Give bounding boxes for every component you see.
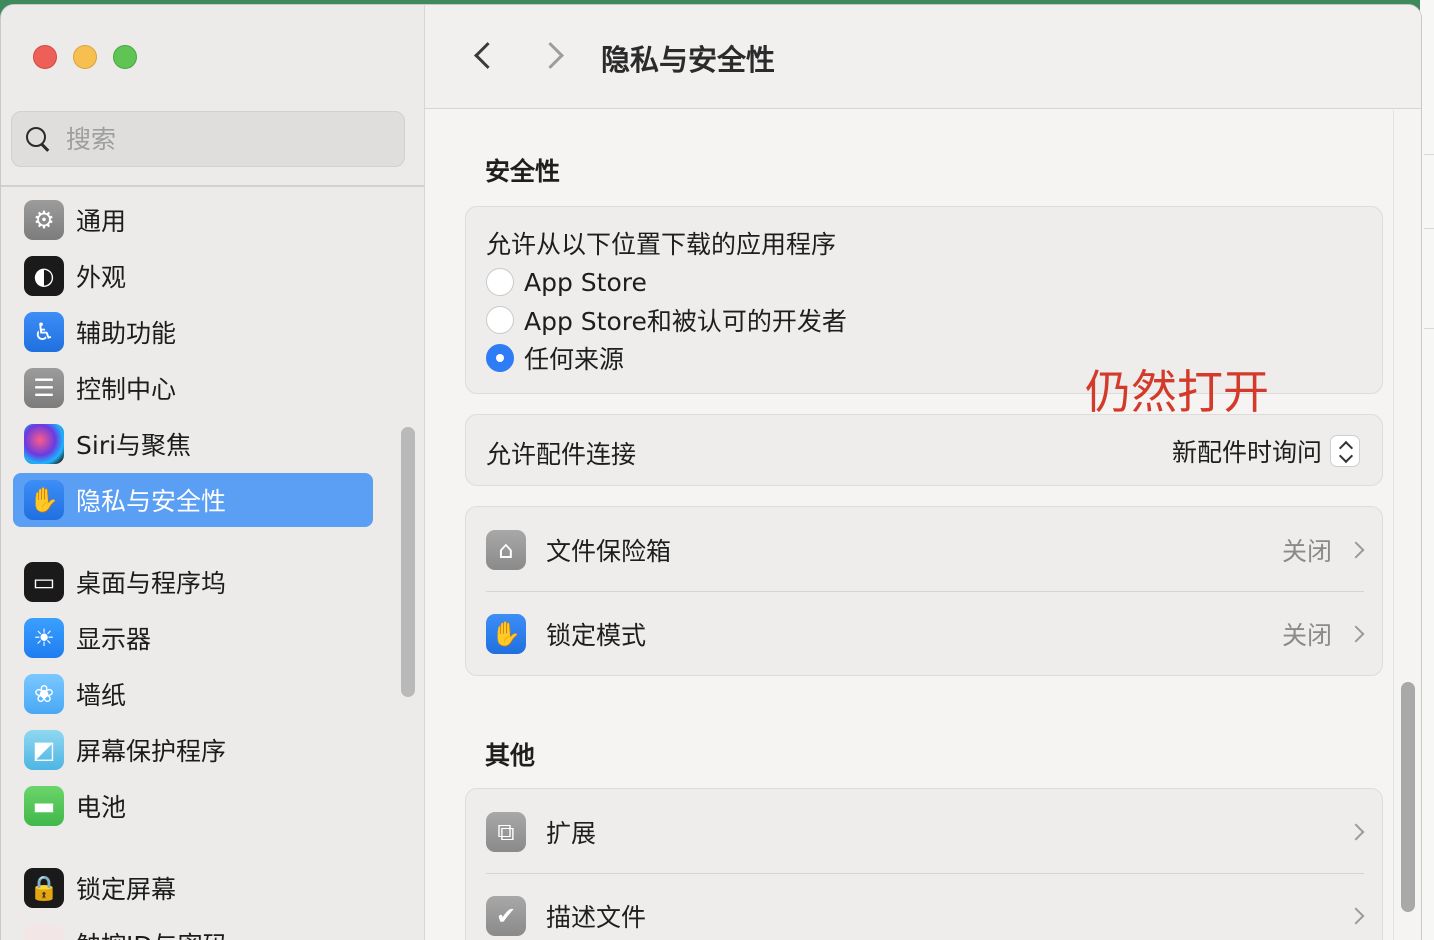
filevault-row[interactable]: ⌂ 文件保险箱 关闭 bbox=[466, 507, 1384, 593]
zoom-button[interactable] bbox=[113, 45, 137, 69]
flower-icon: ❀ bbox=[24, 674, 64, 714]
profiles-row[interactable]: ✔ 描述文件 bbox=[466, 873, 1384, 940]
sidebar-item-general[interactable]: ⚙ 通用 bbox=[13, 193, 373, 247]
puzzle-icon: ⧉ bbox=[486, 812, 526, 852]
scroll-track bbox=[1393, 110, 1394, 940]
chevron-right-icon bbox=[1347, 823, 1365, 841]
sidebar-item-appearance[interactable]: ◐ 外观 bbox=[13, 249, 373, 303]
dock-icon: ▭ bbox=[24, 562, 64, 602]
sidebar-item-privacy[interactable]: ✋ 隐私与安全性 bbox=[13, 473, 373, 527]
sidebar-item-control-center[interactable]: ☰ 控制中心 bbox=[13, 361, 373, 415]
sidebar-item-label: Siri与聚焦 bbox=[76, 431, 192, 460]
sidebar-item-wallpaper[interactable]: ❀ 墙纸 bbox=[13, 667, 373, 721]
checkmark-badge-icon: ✔ bbox=[486, 896, 526, 936]
accessory-label: 允许配件连接 bbox=[486, 440, 637, 469]
sidebar-item-lock-screen[interactable]: 🔒 锁定屏幕 bbox=[13, 861, 373, 915]
radio-button-checked[interactable] bbox=[486, 344, 514, 372]
background-window-edge bbox=[1420, 0, 1434, 940]
others-card: ⧉ 扩展 ✔ 描述文件 bbox=[465, 788, 1383, 940]
sidebar-divider bbox=[1, 185, 425, 187]
search-input[interactable] bbox=[66, 124, 366, 154]
sidebar-item-battery[interactable]: ▬ 电池 bbox=[13, 779, 373, 833]
minimize-button[interactable] bbox=[73, 45, 97, 69]
radio-app-store[interactable]: App Store bbox=[486, 263, 1362, 301]
sidebar-group-3: 🔒 锁定屏幕 触控ID与密码 bbox=[13, 861, 373, 940]
sidebar: ⚙ 通用 ◐ 外观 ♿ 辅助功能 ☰ 控制中心 Siri与聚焦 ✋ 隐私与安全性 bbox=[1, 5, 425, 940]
sidebar-group-2: ▭ 桌面与程序坞 ☀ 显示器 ❀ 墙纸 ◩ 屏幕保护程序 ▬ 电池 bbox=[13, 555, 373, 835]
sidebar-item-dock[interactable]: ▭ 桌面与程序坞 bbox=[13, 555, 373, 609]
toggles-icon: ☰ bbox=[24, 368, 64, 408]
main-pane: 隐私与安全性 安全性 允许从以下位置下载的应用程序 App Store App … bbox=[425, 5, 1421, 940]
sidebar-item-label: 显示器 bbox=[76, 625, 152, 654]
extensions-row[interactable]: ⧉ 扩展 bbox=[466, 789, 1384, 875]
radio-identified-developers[interactable]: App Store和被认可的开发者 bbox=[486, 301, 1362, 339]
accessory-value: 新配件时询问 bbox=[1171, 438, 1322, 467]
sidebar-item-label: 墙纸 bbox=[76, 681, 127, 710]
hand-icon: ✋ bbox=[24, 480, 64, 520]
sidebar-item-label: 控制中心 bbox=[76, 375, 177, 404]
section-title-security: 安全性 bbox=[485, 157, 561, 186]
sun-icon: ☀ bbox=[24, 618, 64, 658]
siri-icon bbox=[24, 424, 64, 464]
sidebar-item-siri[interactable]: Siri与聚焦 bbox=[13, 417, 373, 471]
hand-icon: ✋ bbox=[486, 614, 526, 654]
sidebar-item-touch-id[interactable]: 触控ID与密码 bbox=[13, 917, 373, 940]
accessory-popup[interactable]: 新配件时询问 bbox=[1172, 433, 1360, 469]
main-scrollbar[interactable] bbox=[1401, 682, 1415, 912]
protection-card: ⌂ 文件保险箱 关闭 ✋ 锁定模式 关闭 bbox=[465, 506, 1383, 676]
accessory-card: 允许配件连接 新配件时询问 bbox=[465, 414, 1383, 486]
appearance-icon: ◐ bbox=[24, 256, 64, 296]
sidebar-item-label: 辅助功能 bbox=[76, 319, 177, 348]
screensaver-icon: ◩ bbox=[24, 730, 64, 770]
sidebar-group-1: ⚙ 通用 ◐ 外观 ♿ 辅助功能 ☰ 控制中心 Siri与聚焦 ✋ 隐私与安全性 bbox=[13, 193, 373, 529]
sidebar-item-label: 屏幕保护程序 bbox=[76, 737, 227, 766]
lockdown-mode-row[interactable]: ✋ 锁定模式 关闭 bbox=[466, 591, 1384, 677]
radio-button[interactable] bbox=[486, 306, 514, 334]
search-field[interactable] bbox=[11, 111, 405, 167]
lock-icon: 🔒 bbox=[24, 868, 64, 908]
chevron-right-icon bbox=[1347, 907, 1365, 925]
annotation-text: 仍然打开 bbox=[1085, 365, 1269, 419]
sidebar-item-label: 桌面与程序坞 bbox=[76, 569, 227, 598]
forward-button[interactable] bbox=[539, 41, 569, 71]
filevault-icon: ⌂ bbox=[486, 530, 526, 570]
back-button[interactable] bbox=[469, 41, 499, 71]
accessibility-icon: ♿ bbox=[24, 312, 64, 352]
sidebar-item-displays[interactable]: ☀ 显示器 bbox=[13, 611, 373, 665]
sidebar-item-label: 通用 bbox=[76, 207, 127, 236]
sidebar-item-screensaver[interactable]: ◩ 屏幕保护程序 bbox=[13, 723, 373, 777]
sidebar-item-accessibility[interactable]: ♿ 辅助功能 bbox=[13, 305, 373, 359]
battery-icon: ▬ bbox=[24, 786, 64, 826]
sidebar-scrollbar[interactable] bbox=[401, 427, 415, 697]
settings-window: ⚙ 通用 ◐ 外观 ♿ 辅助功能 ☰ 控制中心 Siri与聚焦 ✋ 隐私与安全性 bbox=[0, 4, 1422, 940]
chevron-right-icon bbox=[1347, 541, 1365, 559]
download-source-label: 允许从以下位置下载的应用程序 bbox=[486, 230, 837, 259]
sidebar-item-label: 锁定屏幕 bbox=[76, 875, 177, 904]
chevron-right-icon bbox=[1347, 625, 1365, 643]
popup-stepper-icon[interactable] bbox=[1330, 435, 1360, 467]
section-title-others: 其他 bbox=[485, 741, 536, 770]
close-button[interactable] bbox=[33, 45, 57, 69]
sidebar-item-label: 电池 bbox=[76, 793, 127, 822]
window-controls bbox=[33, 45, 137, 69]
sidebar-item-label: 隐私与安全性 bbox=[76, 487, 227, 516]
settings-content: 安全性 允许从以下位置下载的应用程序 App Store App Store和被… bbox=[425, 110, 1421, 940]
page-title: 隐私与安全性 bbox=[601, 43, 776, 77]
gear-icon: ⚙ bbox=[24, 200, 64, 240]
radio-button[interactable] bbox=[486, 268, 514, 296]
toolbar: 隐私与安全性 bbox=[425, 5, 1421, 109]
search-icon bbox=[24, 125, 52, 153]
sidebar-item-label: 触控ID与密码 bbox=[76, 926, 228, 940]
fingerprint-icon bbox=[24, 924, 64, 940]
sidebar-item-label: 外观 bbox=[76, 263, 127, 292]
